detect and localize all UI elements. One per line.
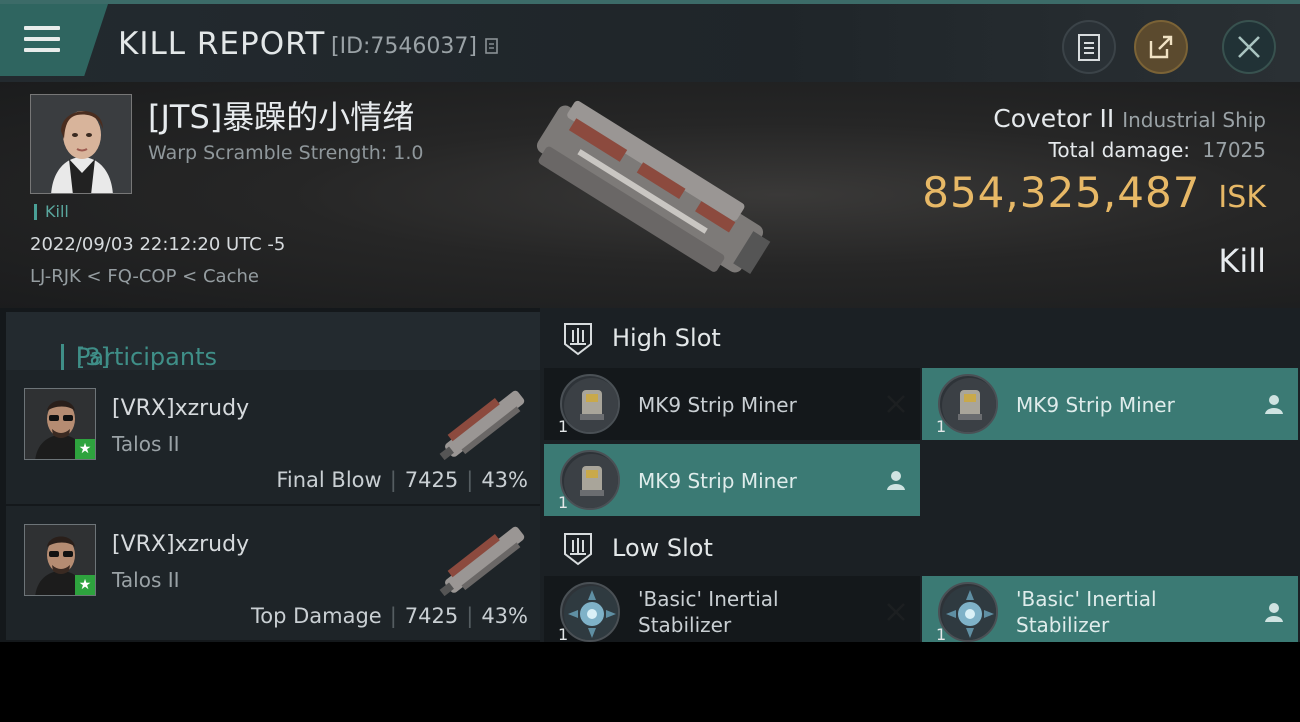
kill-report-screen: KILL REPORT [ID:7546037] [JTS]暴躁的小情绪 War… (0, 0, 1300, 642)
total-damage-value: 17025 (1202, 138, 1266, 162)
high-slot-title: High Slot (612, 324, 721, 352)
person-icon (1265, 603, 1283, 622)
participant-name[interactable]: [VRX]xzrudy (112, 532, 249, 557)
module-name: MK9 Strip Miner (1016, 393, 1175, 417)
participant-name[interactable]: [VRX]xzrudy (112, 396, 249, 421)
participants-header: Participants [3] (6, 312, 540, 370)
total-damage-label: Total damage: (1048, 138, 1191, 162)
inertial-stabilizer-icon (938, 582, 998, 642)
kill-summary: [JTS]暴躁的小情绪 Warp Scramble Strength: 1.0 … (0, 82, 1300, 308)
close-icon (1238, 36, 1260, 58)
module-name: MK9 Strip Miner (638, 469, 797, 493)
participants-panel: Participants [3] ★ [VRX]xzrudy Talos II (0, 308, 540, 642)
module-item[interactable]: 1 MK9 Strip Miner (544, 368, 920, 440)
share-button[interactable] (1134, 20, 1188, 74)
module-quantity: 1 (558, 417, 569, 436)
participant-role: Final Blow (276, 468, 382, 492)
strip-miner-icon (938, 374, 998, 434)
menu-icon[interactable] (24, 24, 62, 56)
star-icon: ★ (75, 575, 95, 595)
person-icon (887, 471, 905, 490)
module-item[interactable]: 1 'Basic' Inertial Stabilizer (544, 576, 920, 642)
clipboard-icon (1078, 34, 1100, 61)
low-slot-icon (564, 533, 592, 566)
ship-name: Covetor II (993, 104, 1115, 133)
isk-amount: 854,325,487 (922, 168, 1201, 217)
participant-ship-image (439, 526, 525, 597)
total-damage: Total damage: 17025 (1049, 138, 1266, 162)
person-icon (1265, 395, 1283, 414)
ship-class: Industrial Ship (1122, 108, 1266, 132)
page-title: KILL REPORT (118, 26, 326, 62)
participant-stats: Top Damage | 7425 | 43% (250, 604, 528, 628)
participant-card[interactable]: ★ [VRX]xzrudy Talos II Top Damage | 7425 | 4… (6, 506, 540, 640)
fitting-panel: High Slot 1 MK9 Strip Miner 1 MK9 Strip … (544, 308, 1300, 642)
victim-ship[interactable]: Covetor II Industrial Ship (993, 104, 1266, 133)
kill-datetime: 2022/09/03 22:12:20 UTC -5 (30, 234, 286, 255)
isk-value: 854,325,487 ISK (922, 168, 1266, 217)
high-slot-icon (564, 323, 592, 356)
strip-miner-icon (560, 450, 620, 510)
module-item[interactable]: 1 MK9 Strip Miner (544, 444, 920, 516)
module-quantity: 1 (558, 493, 569, 512)
participant-card[interactable]: ★ [VRX]xzrudy Talos II Final Blow | 7425 | 4… (6, 370, 540, 504)
header-bar: KILL REPORT [ID:7546037] (0, 0, 1300, 82)
kill-result: Kill (1218, 242, 1266, 280)
participant-avatar[interactable]: ★ (24, 388, 96, 460)
module-quantity: 1 (558, 625, 569, 642)
participant-role: Top Damage (250, 604, 382, 628)
module-name: MK9 Strip Miner (638, 393, 797, 417)
warp-scramble-strength: Warp Scramble Strength: 1.0 (148, 142, 424, 164)
report-id: [ID:7546037] (331, 34, 477, 59)
participant-avatar[interactable]: ★ (24, 524, 96, 596)
isk-unit: ISK (1218, 180, 1266, 215)
participant-ship-image (439, 390, 525, 461)
star-icon: ★ (75, 439, 95, 459)
module-quantity: 1 (936, 625, 947, 642)
module-quantity: 1 (936, 417, 947, 436)
share-icon (1149, 35, 1173, 59)
inertial-stabilizer-icon (560, 582, 620, 642)
module-name: 'Basic' Inertial Stabilizer (1016, 587, 1157, 637)
module-item[interactable]: 1 'Basic' Inertial Stabilizer (922, 576, 1298, 642)
destroyed-icon (887, 603, 905, 621)
module-item[interactable]: 1 MK9 Strip Miner (922, 368, 1298, 440)
module-name: 'Basic' Inertial Stabilizer (638, 587, 779, 637)
participant-ship: Talos II (112, 432, 180, 456)
victim-name[interactable]: [JTS]暴躁的小情绪 (148, 92, 414, 138)
participant-percent: 43% (481, 468, 528, 492)
participant-damage: 7425 (404, 468, 459, 492)
participant-damage: 7425 (404, 604, 459, 628)
copy-icon[interactable] (484, 37, 502, 57)
participant-ship: Talos II (112, 568, 180, 592)
low-slot-title: Low Slot (612, 534, 713, 562)
high-slot-header: High Slot (544, 308, 1300, 368)
kill-location[interactable]: LJ-RJK < FQ-COP < Cache (30, 266, 259, 287)
clipboard-button[interactable] (1062, 20, 1116, 74)
participant-percent: 43% (481, 604, 528, 628)
victim-ship-image[interactable] (510, 96, 790, 282)
kill-tag: Kill (34, 204, 69, 220)
strip-miner-icon (560, 374, 620, 434)
victim-portrait[interactable] (30, 94, 132, 194)
participant-stats: Final Blow | 7425 | 43% (276, 468, 528, 492)
low-slot-header: Low Slot (544, 518, 1300, 578)
close-button[interactable] (1222, 20, 1276, 74)
destroyed-icon (887, 395, 905, 413)
